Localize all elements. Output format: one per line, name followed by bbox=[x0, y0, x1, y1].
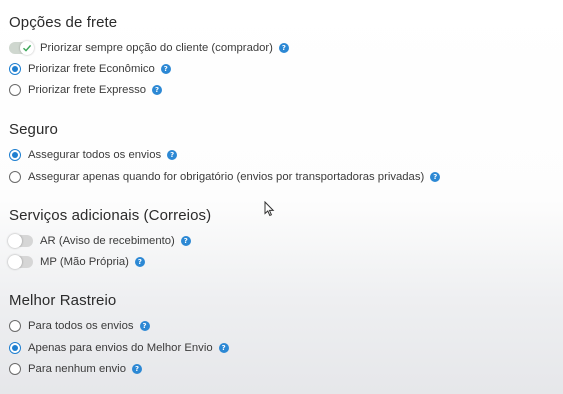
option-rastreio-nenhum[interactable]: Para nenhum envio ? bbox=[9, 361, 142, 377]
question-icon[interactable]: ? bbox=[218, 343, 229, 353]
option-assegurar-obrigatorio[interactable]: Assegurar apenas quando for obrigatório … bbox=[9, 169, 441, 185]
question-icon[interactable]: ? bbox=[430, 172, 441, 182]
radio-button-checked[interactable] bbox=[9, 63, 21, 75]
option-rastreio-todos[interactable]: Para todos os envios ? bbox=[9, 318, 150, 334]
option-mao-propria[interactable]: MP (Mão Própria) ? bbox=[8, 254, 145, 270]
option-label: Priorizar frete Expresso bbox=[28, 84, 147, 96]
radio-button[interactable] bbox=[9, 84, 21, 96]
option-frete-expresso[interactable]: Priorizar frete Expresso ? bbox=[9, 82, 163, 98]
radio-button-checked[interactable] bbox=[9, 149, 21, 161]
section-title-servicos: Serviços adicionais (Correios) bbox=[9, 207, 212, 224]
toggle-knob bbox=[8, 255, 22, 269]
section-title-seguro: Seguro bbox=[9, 121, 58, 138]
option-aviso-recebimento[interactable]: AR (Aviso de recebimento) ? bbox=[8, 233, 191, 249]
option-assegurar-todos[interactable]: Assegurar todos os envios ? bbox=[9, 147, 178, 163]
option-label: Priorizar sempre opção do cliente (compr… bbox=[40, 42, 273, 54]
toggle-knob bbox=[8, 234, 22, 248]
radio-button[interactable] bbox=[9, 363, 21, 375]
question-icon[interactable]: ? bbox=[180, 236, 191, 246]
radio-button[interactable] bbox=[9, 171, 21, 183]
option-label: Priorizar frete Econômico bbox=[28, 63, 155, 75]
question-icon[interactable]: ? bbox=[131, 364, 142, 374]
radio-button-checked[interactable] bbox=[9, 342, 21, 354]
toggle-switch-on[interactable] bbox=[9, 41, 34, 55]
section-title-frete: Opções de frete bbox=[9, 14, 118, 31]
question-icon[interactable]: ? bbox=[134, 257, 145, 267]
question-icon[interactable]: ? bbox=[160, 64, 171, 74]
question-icon[interactable]: ? bbox=[152, 85, 163, 95]
toggle-switch-off[interactable] bbox=[8, 234, 33, 248]
section-title-rastreio: Melhor Rastreio bbox=[9, 292, 117, 309]
radio-button[interactable] bbox=[9, 320, 21, 332]
option-rastreio-melhor-envio[interactable]: Apenas para envios do Melhor Envio ? bbox=[9, 340, 229, 356]
toggle-knob bbox=[20, 41, 34, 55]
option-label: MP (Mão Própria) bbox=[40, 256, 129, 268]
option-label: Assegurar apenas quando for obrigatório … bbox=[28, 171, 425, 183]
question-icon[interactable]: ? bbox=[278, 43, 289, 53]
toggle-switch-off[interactable] bbox=[8, 255, 33, 269]
option-label: Apenas para envios do Melhor Envio bbox=[28, 342, 213, 354]
option-frete-economico[interactable]: Priorizar frete Econômico ? bbox=[9, 61, 171, 77]
option-label: Assegurar todos os envios bbox=[28, 149, 162, 161]
option-priorizar-cliente[interactable]: Priorizar sempre opção do cliente (compr… bbox=[9, 40, 289, 56]
option-label: Para todos os envios bbox=[28, 320, 134, 332]
question-icon[interactable]: ? bbox=[139, 321, 150, 331]
option-label: AR (Aviso de recebimento) bbox=[40, 235, 175, 247]
mouse-cursor-icon bbox=[264, 201, 275, 217]
option-label: Para nenhum envio bbox=[28, 363, 126, 375]
question-icon[interactable]: ? bbox=[167, 150, 178, 160]
check-icon bbox=[23, 44, 32, 52]
